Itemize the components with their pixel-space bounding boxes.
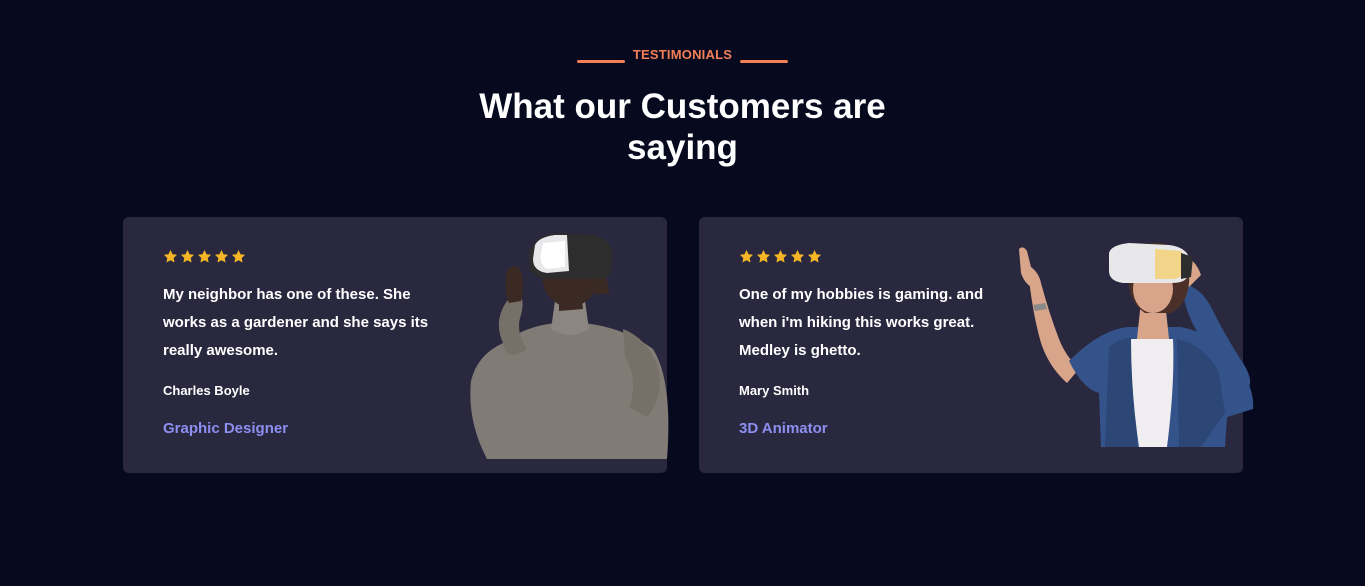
woman-with-vr-headset-icon <box>1019 243 1254 447</box>
testimonial-quote: My neighbor has one of these. She works … <box>163 286 429 359</box>
star-icon <box>163 249 178 263</box>
customer-name: Charles Boyle <box>163 383 250 398</box>
eyebrow-line-right <box>740 60 789 63</box>
star-icon <box>807 249 822 263</box>
testimonial-card: One of my hobbies is gaming. and when i'… <box>699 217 1254 473</box>
customer-role: Graphic Designer <box>163 420 289 437</box>
testimonial-quote: One of my hobbies is gaming. and when i'… <box>739 286 984 359</box>
star-icon <box>231 249 246 263</box>
section-heading: What our Customers are saying <box>0 86 1365 168</box>
star-icon <box>790 249 805 263</box>
star-icon <box>739 249 754 263</box>
customer-role: 3D Animator <box>739 420 828 437</box>
customer-name: Mary Smith <box>739 383 810 398</box>
testimonial-card: My neighbor has one of these. She works … <box>123 217 669 473</box>
star-icon <box>756 249 771 263</box>
section-eyebrow: TESTIMONIALS <box>0 46 1365 63</box>
star-icon <box>197 249 212 263</box>
star-icon <box>180 249 195 263</box>
testimonials-section: TESTIMONIALS What our Customers are sayi… <box>0 0 1365 586</box>
star-icon <box>214 249 229 263</box>
star-icon <box>773 249 788 263</box>
man-with-vr-headset-icon <box>470 233 669 459</box>
heading-line-1: What our Customers are <box>479 87 886 126</box>
star-rating <box>163 249 246 264</box>
star-rating <box>739 249 822 264</box>
eyebrow-label: TESTIMONIALS <box>632 47 733 62</box>
heading-line-2: saying <box>627 128 738 167</box>
eyebrow-line-left <box>576 60 625 63</box>
